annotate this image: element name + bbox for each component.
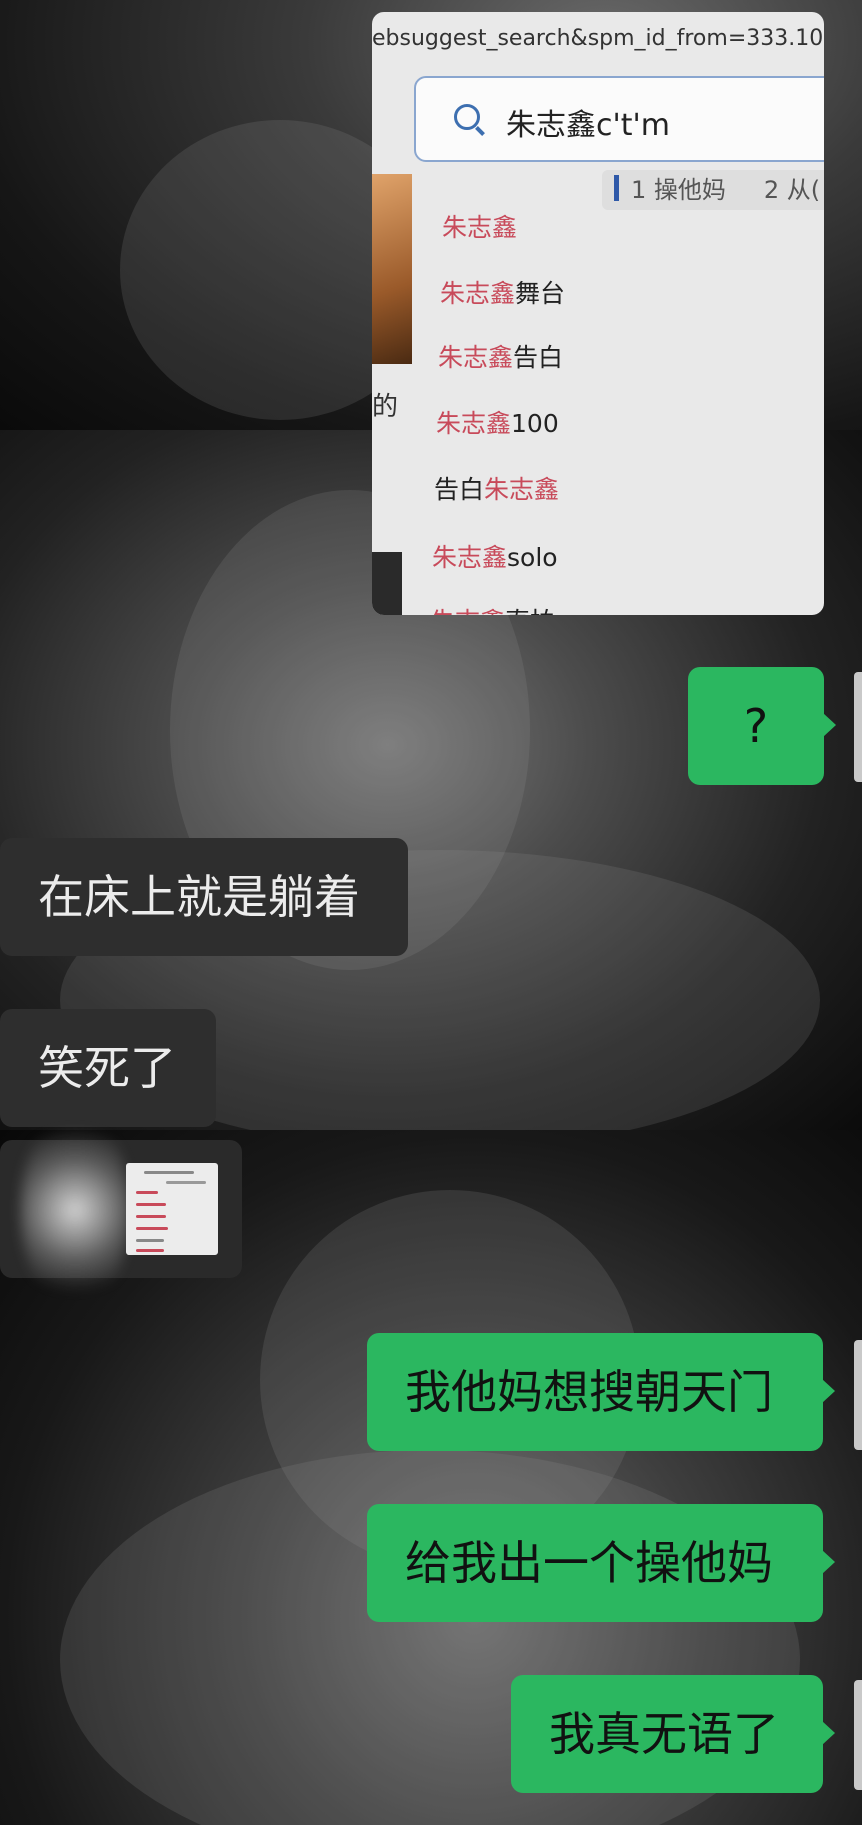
screenshot-image-message[interactable]: ebsuggest_search&spm_id_from=333.100 朱志鑫… [372, 12, 824, 615]
search-icon [454, 104, 480, 130]
hot-item: 1 操他妈 [631, 176, 726, 204]
message-bubble-outgoing[interactable]: ? [688, 667, 836, 785]
suggestion-item: 朱志鑫solo [432, 543, 558, 572]
hot-bar-marker [614, 174, 619, 201]
self-avatar-edge[interactable] [854, 1680, 862, 1790]
search-box: 朱志鑫c't'm 工 [414, 76, 824, 162]
hot-search-bar: 1 操他妈 2 从( [602, 170, 824, 210]
thumbnail-fragment [372, 174, 412, 364]
self-avatar-edge[interactable] [854, 1340, 862, 1450]
suggestion-item: 朱志鑫 [442, 213, 518, 242]
message-bubble-outgoing[interactable]: 给我出一个操他妈 [367, 1504, 835, 1622]
message-bubble-incoming[interactable]: 在床上就是躺着 [0, 838, 408, 956]
url-fragment: ebsuggest_search&spm_id_from=333.100 [372, 26, 824, 51]
message-bubble-outgoing[interactable]: 我真无语了 [511, 1675, 835, 1793]
suggestion-item: 告白朱志鑫 [434, 475, 560, 504]
search-query: 朱志鑫c't'm [506, 108, 670, 143]
suggestion-item: 朱志鑫舞台 [440, 279, 566, 308]
message-bubble-outgoing[interactable]: 我他妈想搜朝天门 [367, 1333, 835, 1451]
hot-item: 2 从( [763, 176, 821, 204]
message-bubble-incoming[interactable]: 笑死了 [0, 1009, 216, 1127]
suggestion-item: 朱志鑫直拍 [430, 602, 555, 615]
left-text-fragment: 的 [372, 392, 399, 422]
blurred-avatar [20, 1110, 130, 1310]
image-thumbnail[interactable] [126, 1163, 218, 1255]
suggestion-item: 朱志鑫告白 [438, 343, 564, 372]
thumbnail-fragment [372, 552, 402, 615]
suggestion-item: 朱志鑫100 [436, 409, 559, 438]
self-avatar-edge[interactable] [854, 672, 862, 782]
